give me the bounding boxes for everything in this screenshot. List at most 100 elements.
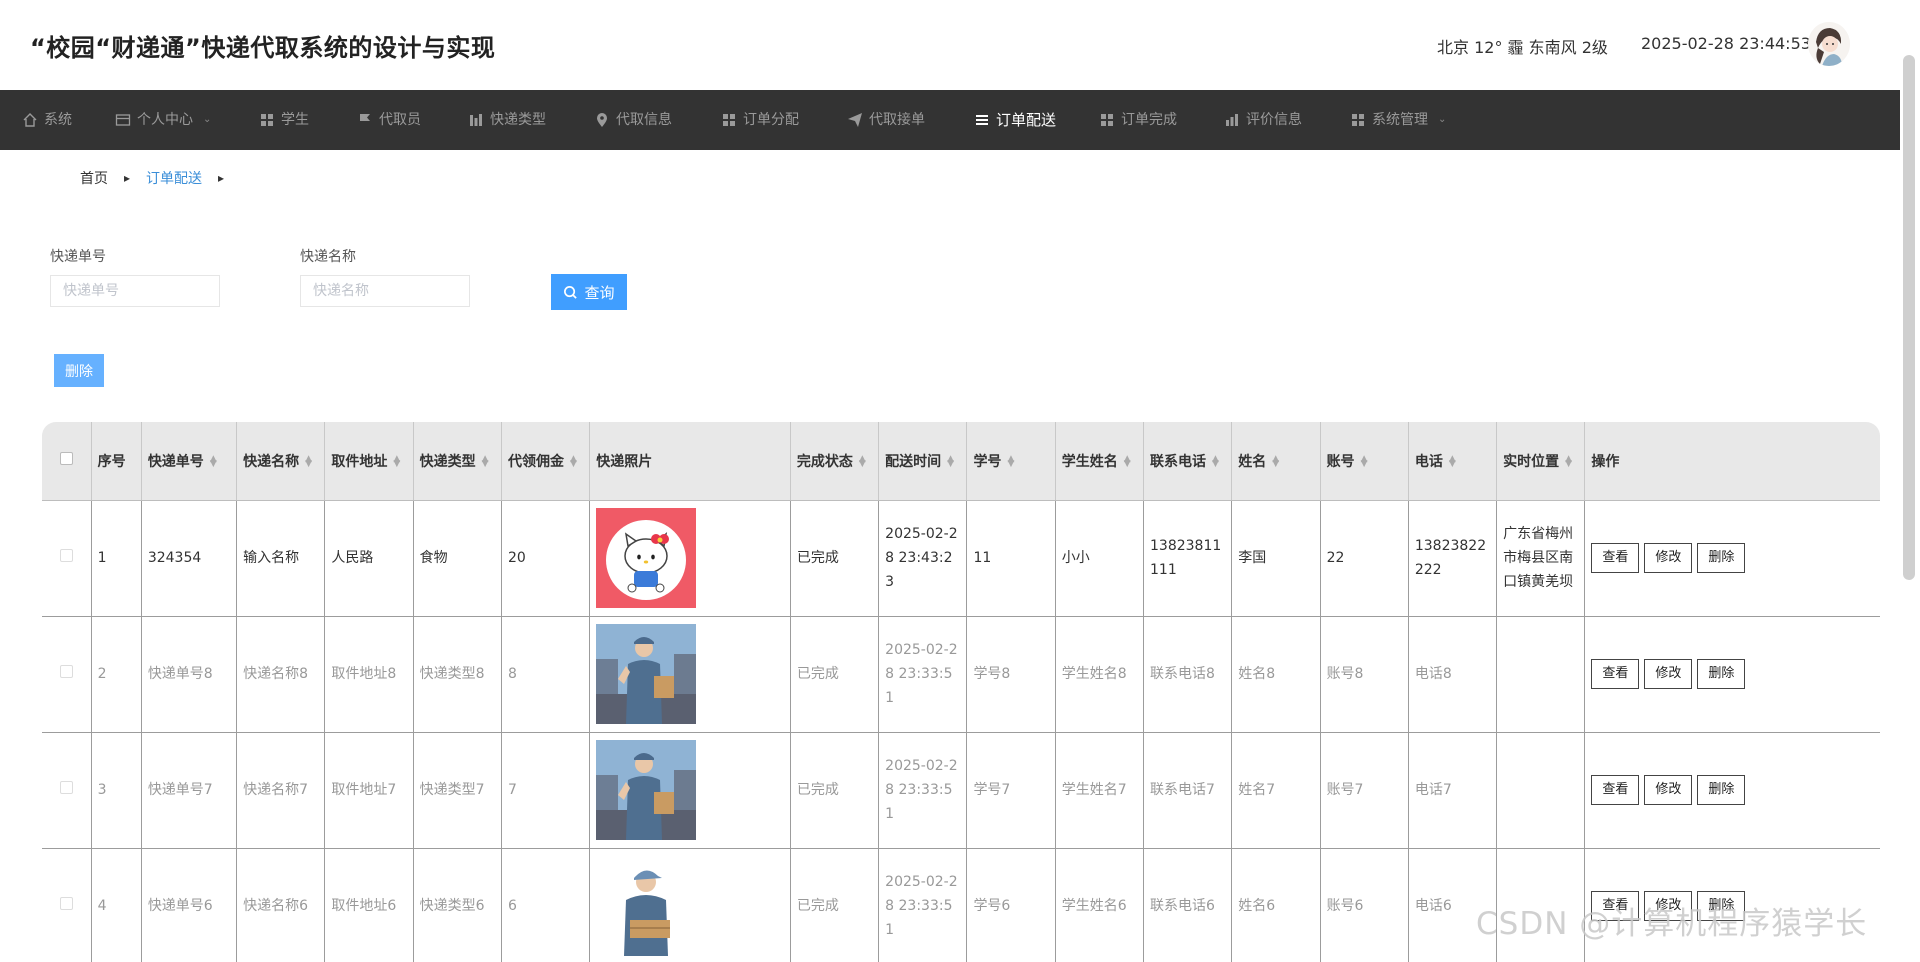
query-button[interactable]: 查询	[551, 274, 627, 310]
sort-icon[interactable]: ▲ ▼	[947, 454, 954, 468]
cell-actions: 查看 修改 删除	[1584, 732, 1880, 849]
sort-icon[interactable]: ▲ ▼	[393, 454, 400, 468]
col-account[interactable]: 账号 ▲ ▼	[1320, 422, 1409, 501]
nav-item-order-complete[interactable]: 订单完成	[1099, 90, 1177, 150]
view-button[interactable]: 查看	[1591, 775, 1640, 805]
tracking-label: 快递单号	[50, 249, 106, 265]
chevron-down-icon: ⌄	[1438, 114, 1447, 125]
col-time[interactable]: 配送时间 ▲ ▼	[878, 422, 968, 501]
cell-fee: 6	[501, 848, 591, 962]
cell-fee: 20	[501, 500, 591, 617]
nav-item-pickup-info[interactable]: 代取信息	[594, 90, 672, 150]
breadcrumb-home[interactable]: 首页	[80, 168, 108, 188]
nav-item-reviews[interactable]: 评价信息	[1224, 90, 1302, 150]
col-student-name[interactable]: 学生姓名 ▲ ▼	[1055, 422, 1145, 501]
cell-actions: 查看 修改 删除	[1584, 500, 1880, 617]
cell-photo	[589, 500, 791, 617]
delete-button[interactable]: 删除	[1697, 775, 1746, 805]
row-checkbox[interactable]	[59, 665, 73, 678]
sort-icon[interactable]: ▲ ▼	[859, 454, 866, 468]
col-contact[interactable]: 联系电话 ▲ ▼	[1143, 422, 1233, 501]
sort-icon[interactable]: ▲ ▼	[1361, 454, 1368, 468]
sort-icon[interactable]: ▲ ▼	[482, 454, 489, 468]
cell-photo	[589, 616, 791, 733]
nav-item-system[interactable]: 系统	[22, 90, 72, 150]
sort-icon[interactable]: ▲ ▼	[1212, 454, 1219, 468]
chevron-right-icon: ▸	[124, 171, 131, 185]
edit-button[interactable]: 修改	[1644, 543, 1693, 573]
sort-icon[interactable]: ▲ ▼	[1007, 454, 1014, 468]
row-checkbox[interactable]	[59, 781, 73, 794]
nav-label: 系统管理	[1372, 112, 1428, 128]
tracking-input[interactable]	[50, 275, 220, 307]
row-checkbox[interactable]	[59, 897, 73, 910]
cell-phone: 电话8	[1408, 616, 1498, 733]
col-location[interactable]: 实时位置 ▲ ▼	[1496, 422, 1586, 501]
hello-kitty-photo	[596, 508, 697, 608]
cell-status: 已完成	[790, 616, 880, 733]
col-student-no[interactable]: 学号 ▲ ▼	[966, 422, 1056, 501]
cell-student-name: 学生姓名6	[1055, 848, 1145, 962]
sort-icon[interactable]: ▲ ▼	[570, 454, 577, 468]
nav-item-express-type[interactable]: 快递类型	[468, 90, 546, 150]
nav-label: 快递类型	[490, 112, 546, 128]
nav-item-courier[interactable]: 代取员	[357, 90, 421, 150]
search-icon	[564, 285, 578, 299]
select-all-checkbox[interactable]	[59, 452, 73, 466]
grid-icon	[1101, 114, 1113, 126]
nav-label: 个人中心	[137, 112, 193, 128]
col-tracking[interactable]: 快递单号 ▲ ▼	[141, 422, 238, 501]
row-select-cell[interactable]	[42, 616, 92, 733]
col-status[interactable]: 完成状态 ▲ ▼	[790, 422, 880, 501]
nav-item-order-assign[interactable]: 订单分配	[721, 90, 799, 150]
sort-icon[interactable]: ▲ ▼	[1449, 454, 1456, 468]
sort-icon[interactable]: ▲ ▼	[305, 454, 312, 468]
col-type[interactable]: 快递类型 ▲ ▼	[413, 422, 502, 501]
cell-tracking: 324354	[141, 500, 238, 617]
page-scrollbar[interactable]	[1903, 55, 1915, 580]
view-button[interactable]: 查看	[1591, 659, 1640, 689]
delete-button[interactable]: 删除	[1697, 543, 1746, 573]
edit-button[interactable]: 修改	[1644, 775, 1693, 805]
view-button[interactable]: 查看	[1591, 543, 1640, 573]
chart-icon	[1226, 114, 1238, 126]
cell-status: 已完成	[790, 732, 880, 849]
col-index: 序号	[91, 422, 142, 501]
cell-status: 已完成	[790, 848, 880, 962]
col-express-name[interactable]: 快递名称 ▲ ▼	[236, 422, 326, 501]
select-all-cell[interactable]	[42, 422, 92, 501]
nav-item-system-management[interactable]: 系统管理 ⌄	[1350, 90, 1446, 150]
edit-button[interactable]: 修改	[1644, 659, 1693, 689]
col-fee[interactable]: 代领佣金 ▲ ▼	[501, 422, 591, 501]
cell-time: 2025-02-28 23:33:51	[878, 848, 968, 962]
cell-location	[1496, 616, 1586, 733]
order-table: 序号 快递单号 ▲ ▼ 快递名称 ▲ ▼ 取件地址 ▲ ▼ 快递类型 ▲ ▼ 代领佣金 ▲ ▼ 快递…	[42, 422, 1880, 962]
row-select-cell[interactable]	[42, 732, 92, 849]
nav-item-order-delivery[interactable]: 订单配送	[974, 90, 1056, 150]
breadcrumb-current[interactable]: 订单配送	[146, 168, 202, 188]
row-select-cell[interactable]	[42, 500, 92, 617]
sort-icon[interactable]: ▲ ▼	[1124, 454, 1131, 468]
sort-icon[interactable]: ▲ ▼	[210, 454, 217, 468]
sort-icon[interactable]: ▲ ▼	[1565, 454, 1572, 468]
batch-delete-button[interactable]: 删除	[54, 354, 104, 387]
delete-button[interactable]: 删除	[1697, 659, 1746, 689]
nav-label: 订单分配	[743, 112, 799, 128]
col-phone[interactable]: 电话 ▲ ▼	[1408, 422, 1498, 501]
sort-icon[interactable]: ▲ ▼	[1272, 454, 1279, 468]
col-label: 代领佣金	[507, 453, 564, 470]
user-avatar[interactable]	[1808, 22, 1850, 66]
express-name-input[interactable]	[300, 275, 470, 307]
nav-item-accept-order[interactable]: 代取接单	[847, 90, 925, 150]
courier-photo	[596, 624, 697, 724]
cell-express-name: 快递名称8	[236, 616, 326, 733]
col-courier-name[interactable]: 姓名 ▲ ▼	[1231, 422, 1321, 501]
row-select-cell[interactable]	[42, 848, 92, 962]
table-header-row: 序号 快递单号 ▲ ▼ 快递名称 ▲ ▼ 取件地址 ▲ ▼ 快递类型 ▲ ▼ 代领佣金 ▲ ▼ 快递…	[42, 422, 1880, 501]
col-label: 姓名	[1238, 453, 1267, 470]
row-checkbox[interactable]	[59, 549, 73, 562]
cell-location: 广东省梅州市梅县区南口镇黄羌坝	[1496, 500, 1586, 617]
nav-item-personal-center[interactable]: 个人中心 ⌄	[115, 90, 211, 150]
col-address[interactable]: 取件地址 ▲ ▼	[324, 422, 414, 501]
nav-item-students[interactable]: 学生	[259, 90, 309, 150]
